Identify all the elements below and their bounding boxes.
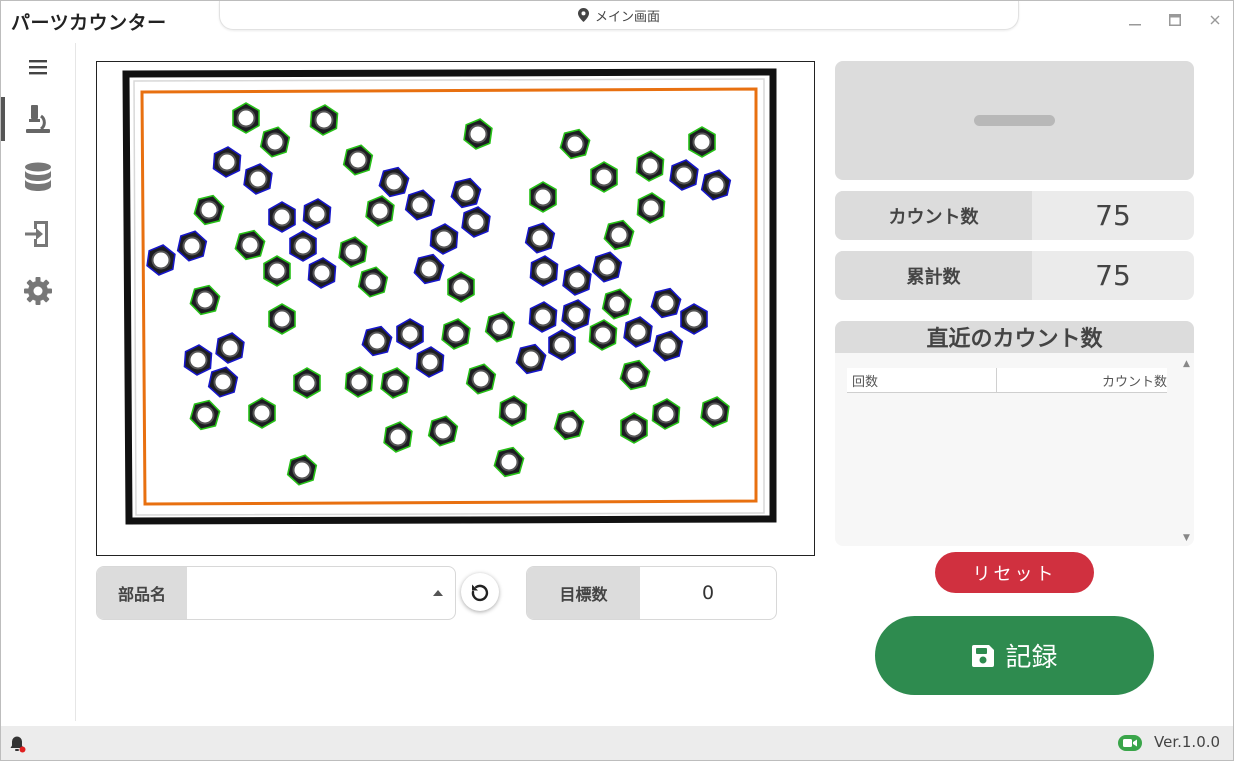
sidebar-item-settings[interactable] [1,267,75,315]
menu-icon [29,60,47,75]
column-header-times: 回数 [847,368,997,392]
sidebar [1,43,76,721]
scroll-down-arrow[interactable]: ▼ [1183,533,1190,543]
detection-image [122,68,777,525]
maximize-icon [1169,14,1181,26]
record-button[interactable]: 記録 [875,616,1154,695]
part-name-label: 部品名 [97,567,187,619]
detected-part [248,397,276,429]
notification-button[interactable] [9,735,27,757]
close-button[interactable] [1204,9,1226,31]
sidebar-item-main[interactable] [1,95,75,143]
total-value: 75 [1095,259,1131,292]
microscope-icon [26,105,50,133]
detected-part [232,102,260,134]
video-camera-icon [1123,739,1137,747]
total-stat: 累計数 75 [835,251,1194,300]
dropdown-arrow-icon [433,590,443,596]
minimize-icon [1129,24,1141,26]
map-pin-icon [577,8,589,22]
detected-part [293,367,321,399]
detected-part [620,412,648,444]
detected-part [263,255,291,287]
database-icon [25,162,51,191]
detected-part [590,161,618,193]
target-input[interactable]: 0 [640,567,776,619]
target-label: 目標数 [527,567,640,619]
count-value: 75 [1095,199,1131,232]
detected-part [548,329,576,361]
part-name-dropdown[interactable] [187,567,455,619]
recent-counts-table-header: 回数 カウント数 [847,368,1167,393]
preview-panel [835,61,1194,180]
column-header-count: カウント数 [1101,374,1167,390]
scroll-up-arrow[interactable]: ▲ [1183,359,1190,369]
camera-view [96,61,815,556]
part-name-selector: 部品名 [96,566,456,620]
status-bar: Ver.1.0.0 [1,726,1233,760]
minimize-button[interactable] [1124,9,1146,31]
import-icon [25,221,48,247]
gear-icon [24,277,52,305]
sidebar-item-database[interactable] [1,153,75,201]
app-title: パーツカウンター [11,12,167,34]
detected-part [688,126,716,158]
detected-part [529,181,557,213]
reset-button[interactable]: リセット [935,552,1094,593]
maximize-button[interactable] [1164,9,1186,31]
count-label: カウント数 [835,191,1032,240]
detected-part [289,230,317,262]
recent-counts-panel: 直近のカウント数 回数 カウント数 ▲ ▼ [835,321,1194,546]
target-count-field: 目標数 0 [526,566,777,620]
detected-part [268,201,296,233]
app-window: パーツカウンター メイン画面 部品名 目標数 0 カウント数 75 累計数 75… [0,0,1234,761]
detected-part [447,271,475,303]
count-stat: カウント数 75 [835,191,1194,240]
title-bar: パーツカウンター メイン画面 [1,1,1233,39]
refresh-button[interactable] [461,573,499,611]
location-label: メイン画面 [594,9,660,25]
close-icon [1210,15,1220,25]
preview-placeholder [974,115,1055,126]
bell-icon [10,736,26,753]
camera-status-badge [1118,735,1142,751]
record-label: 記録 [1005,643,1058,673]
save-icon [972,644,995,667]
location-indicator: メイン画面 [219,1,1019,30]
refresh-icon [471,584,489,602]
version-label: Ver.1.0.0 [1154,733,1221,751]
total-label: 累計数 [835,251,1032,300]
detected-part [680,303,708,335]
recent-counts-title: 直近のカウント数 [835,321,1194,353]
detected-part [268,303,296,335]
sidebar-item-import[interactable] [1,210,75,258]
detected-part [396,318,424,350]
sidebar-menu-toggle[interactable] [1,43,75,91]
